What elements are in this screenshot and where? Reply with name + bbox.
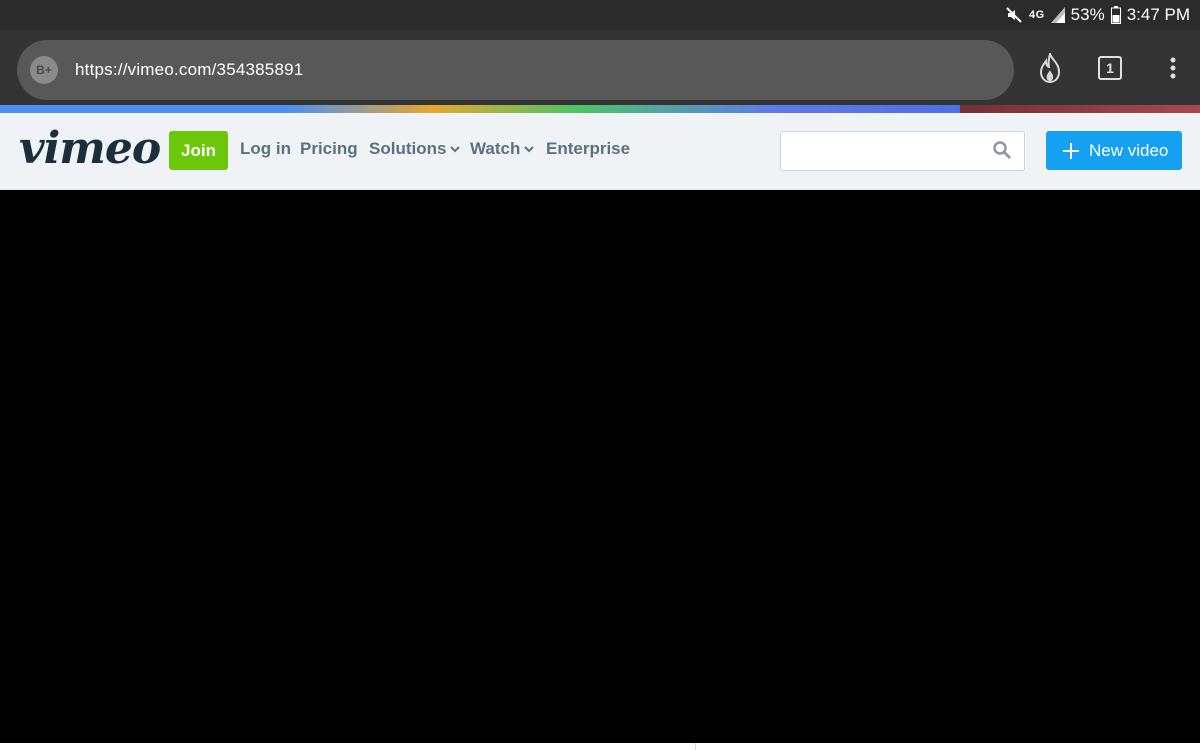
browser-toolbar: B+ https://vimeo.com/354385891 1 bbox=[0, 30, 1200, 105]
tab-switcher-icon[interactable]: 1 bbox=[1085, 30, 1135, 105]
search-icon[interactable] bbox=[992, 140, 1012, 165]
battery-icon bbox=[1110, 6, 1121, 24]
chevron-down-icon bbox=[450, 146, 461, 153]
pricing-link[interactable]: Pricing bbox=[300, 139, 358, 159]
site-security-badge[interactable]: B+ bbox=[30, 56, 58, 84]
join-button[interactable]: Join bbox=[169, 131, 228, 170]
progress-track bbox=[960, 105, 1200, 113]
new-video-label: New video bbox=[1089, 140, 1169, 160]
address-bar[interactable]: B+ https://vimeo.com/354385891 bbox=[17, 40, 1014, 100]
battery-percent: 53% bbox=[1070, 5, 1105, 24]
progress-fill bbox=[0, 105, 960, 113]
video-player[interactable] bbox=[0, 190, 1200, 743]
more-menu-icon[interactable] bbox=[1148, 30, 1198, 105]
page-bottom-strip bbox=[0, 743, 1200, 750]
login-link[interactable]: Log in bbox=[240, 139, 291, 159]
search-input[interactable] bbox=[780, 131, 1025, 171]
network-icon: 4G bbox=[1028, 9, 1045, 21]
enterprise-link[interactable]: Enterprise bbox=[546, 139, 630, 159]
url-text[interactable]: https://vimeo.com/354385891 bbox=[75, 60, 303, 80]
new-video-button[interactable]: New video bbox=[1046, 131, 1182, 170]
vimeo-logo[interactable]: vimeo bbox=[19, 123, 161, 174]
watch-label: Watch bbox=[470, 139, 521, 158]
flame-icon[interactable] bbox=[1025, 30, 1075, 105]
plus-icon bbox=[1063, 142, 1079, 159]
signal-icon bbox=[1050, 7, 1065, 23]
page-load-progress bbox=[0, 105, 1200, 113]
chevron-down-icon bbox=[524, 146, 535, 153]
status-indicators: 4G 53% 3:47 PM bbox=[1005, 0, 1190, 30]
watch-menu[interactable]: Watch bbox=[470, 139, 535, 159]
site-header: vimeo Join Log in Pricing Solutions Watc… bbox=[0, 113, 1200, 190]
tab-count: 1 bbox=[1106, 59, 1114, 76]
login-label: Log in bbox=[240, 139, 291, 158]
network-type: 4G bbox=[1028, 9, 1045, 21]
divider bbox=[695, 743, 696, 750]
mute-icon bbox=[1005, 6, 1023, 24]
pricing-label: Pricing bbox=[300, 139, 358, 158]
solutions-menu[interactable]: Solutions bbox=[369, 139, 461, 159]
enterprise-label: Enterprise bbox=[546, 139, 631, 158]
status-bar: 4G 53% 3:47 PM bbox=[0, 0, 1200, 30]
solutions-label: Solutions bbox=[369, 139, 447, 158]
clock: 3:47 PM bbox=[1126, 5, 1190, 24]
